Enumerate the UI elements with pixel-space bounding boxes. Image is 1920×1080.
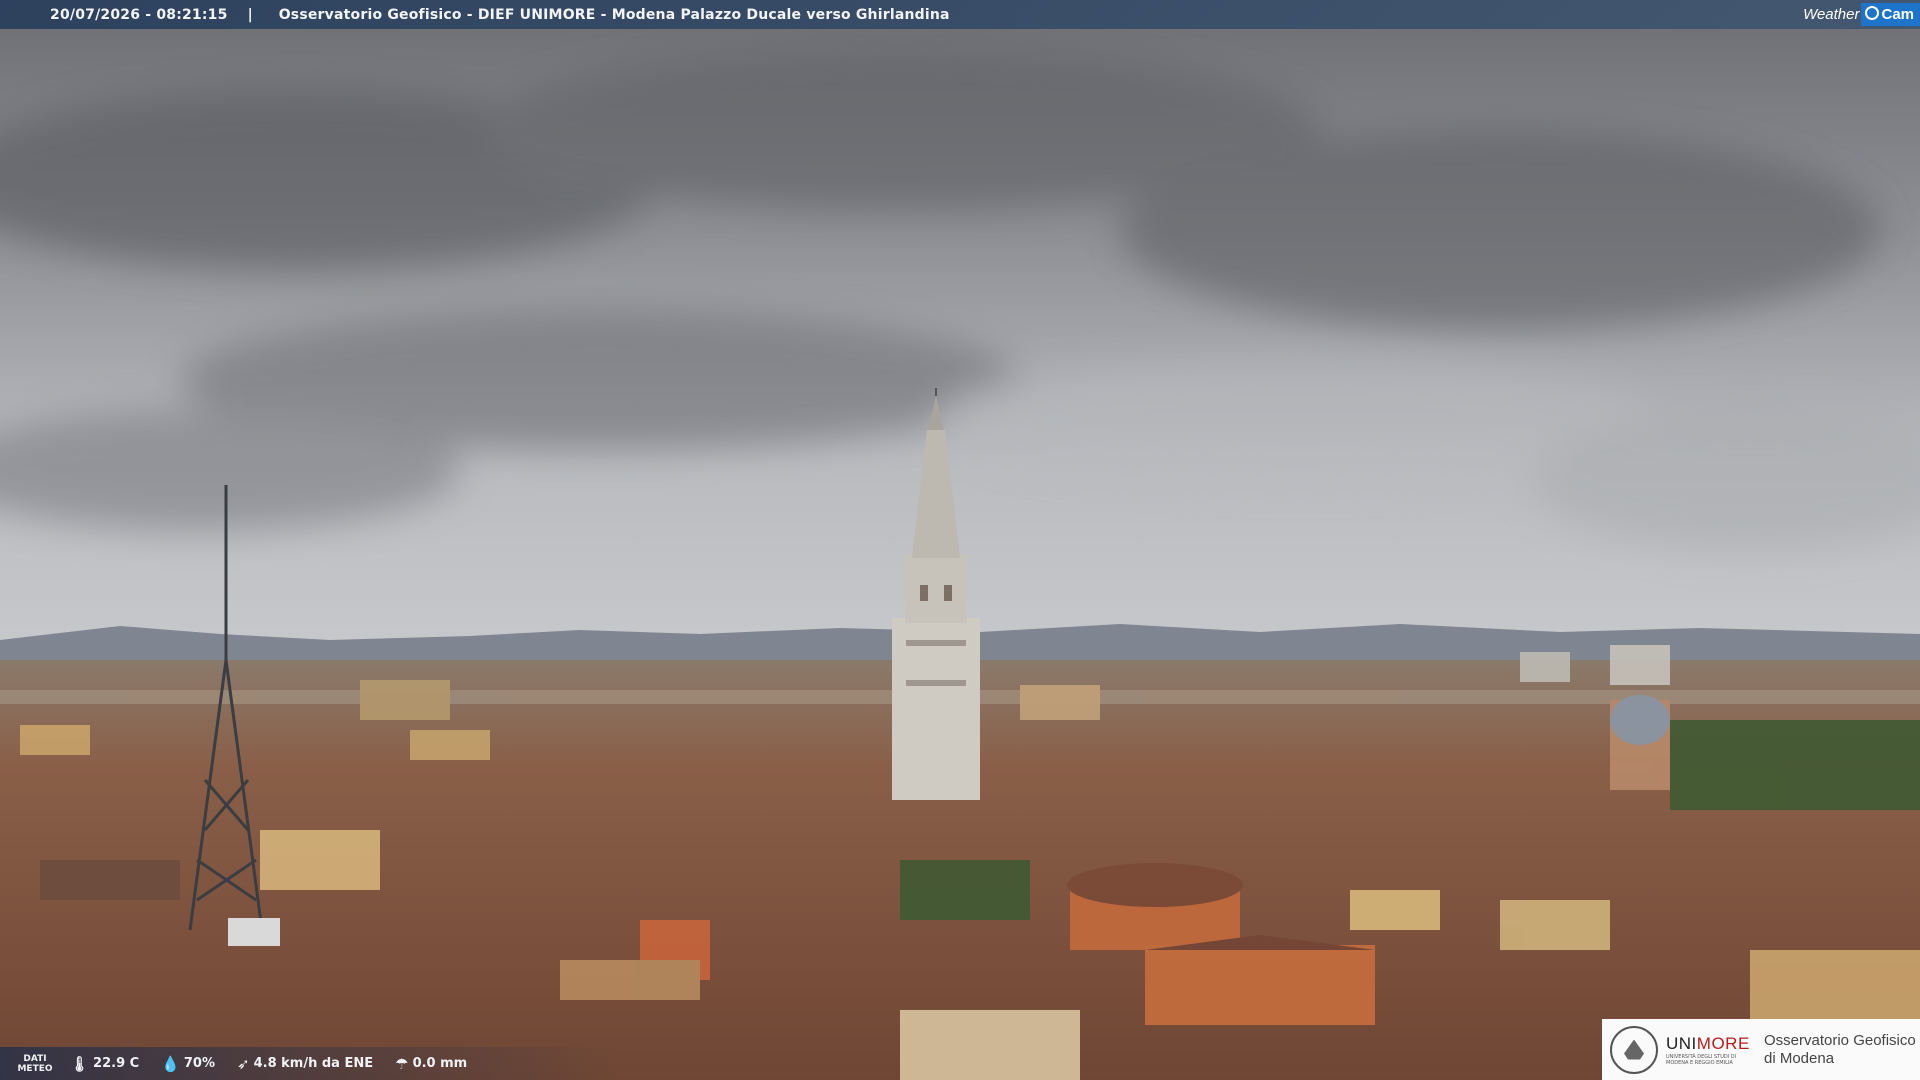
antenna-box bbox=[228, 918, 280, 946]
wind-icon: ➶ bbox=[237, 1054, 250, 1073]
weather-data-bar: DATI METEO 🌡 22.9 C 💧 70% ➶ 4.8 km/h da … bbox=[0, 1047, 620, 1080]
brand-word: Weather bbox=[1803, 5, 1860, 23]
thermometer-icon: 🌡 bbox=[70, 1054, 90, 1073]
university-name: UNIMORE bbox=[1666, 1033, 1750, 1053]
university-subtitle: UNIVERSITÀ DEGLI STUDI DI MODENA E REGGI… bbox=[1666, 1053, 1737, 1066]
unimore-logo-panel: UNIMORE UNIVERSITÀ DEGLI STUDI DI MODENA… bbox=[1602, 1019, 1920, 1080]
rain-icon: ☂ bbox=[395, 1054, 409, 1073]
camera-title-bar: 20/07/2026 - 08:21:15 | Osservatorio Geo… bbox=[0, 0, 1920, 29]
weathercam-logo: Weather Cam bbox=[1803, 0, 1920, 28]
temperature-reading: 🌡 22.9 C bbox=[70, 1054, 140, 1073]
camera-title: Osservatorio Geofisico - DIEF UNIMORE - … bbox=[278, 6, 950, 23]
camera-lens-icon bbox=[1865, 5, 1880, 20]
wind-reading: ➶ 4.8 km/h da ENE bbox=[237, 1054, 374, 1073]
title-separator: | bbox=[247, 6, 253, 23]
observatory-name: Osservatorio Geofisico di Modena bbox=[1764, 1031, 1916, 1067]
webcam-image bbox=[0, 0, 1920, 1080]
weather-label: DATI METEO bbox=[17, 1053, 53, 1074]
timestamp: 20/07/2026 - 08:21:15 bbox=[50, 6, 228, 23]
humidity-drop-icon: 💧 bbox=[161, 1054, 180, 1073]
brand-cam: Cam bbox=[1861, 2, 1920, 26]
university-seal-icon bbox=[1610, 1025, 1658, 1074]
humidity-reading: 💧 70% bbox=[161, 1054, 216, 1073]
rain-reading: ☂ 0.0 mm bbox=[395, 1054, 468, 1073]
unimore-wordmark: UNIMORE UNIVERSITÀ DEGLI STUDI DI MODENA… bbox=[1666, 1034, 1758, 1066]
